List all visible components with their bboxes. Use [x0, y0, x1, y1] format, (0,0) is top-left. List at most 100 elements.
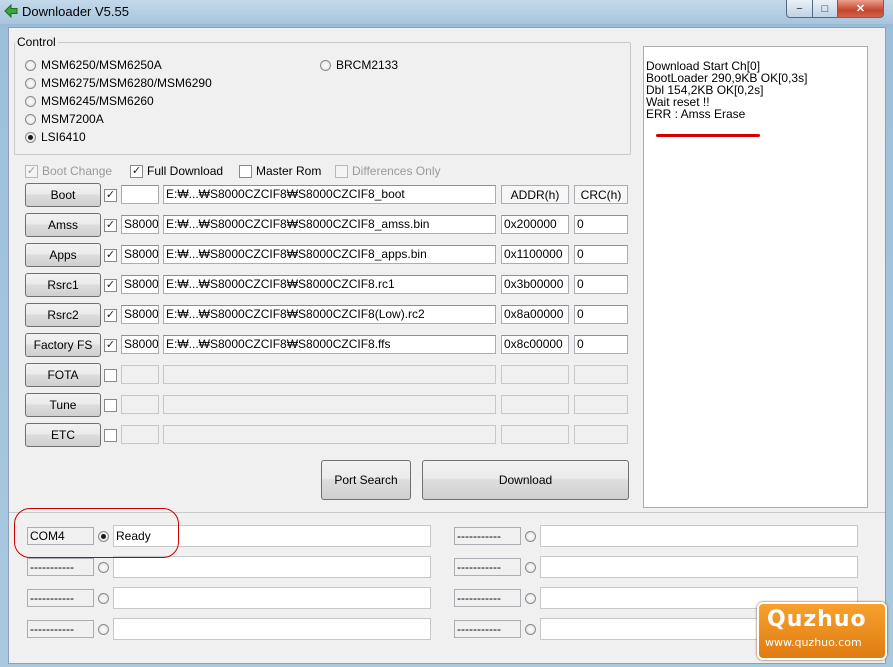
row-checkbox[interactable]	[104, 399, 117, 412]
image-button-fota[interactable]: FOTA	[25, 363, 101, 387]
control-legend: Control	[17, 35, 56, 49]
row-checkbox[interactable]: ✓	[104, 249, 117, 262]
model-field	[121, 365, 159, 384]
model-field	[121, 425, 159, 444]
file-path-field[interactable]: E:₩...₩S8000CZCIF8₩S8000CZCIF8_apps.bin	[163, 245, 496, 264]
boot-change-option: ✓ Boot Change	[25, 164, 112, 178]
row-checkbox[interactable]: ✓	[104, 279, 117, 292]
file-path-field[interactable]	[163, 365, 496, 384]
addr-field[interactable]: 0x8a00000	[501, 305, 569, 324]
row-checkbox[interactable]: ✓	[104, 219, 117, 232]
crc-field[interactable]: 0	[574, 215, 628, 234]
full-download-checkbox[interactable]: ✓	[130, 164, 143, 178]
chip-option[interactable]: BRCM2133	[320, 58, 398, 72]
model-field: S8000	[121, 305, 159, 324]
radio-button[interactable]	[320, 59, 331, 71]
image-button-apps[interactable]: Apps	[25, 243, 101, 267]
image-button-boot[interactable]: Boot	[25, 183, 101, 207]
model-field: S8000	[121, 215, 159, 234]
file-path-field[interactable]: E:₩...₩S8000CZCIF8₩S8000CZCIF8_amss.bin	[163, 215, 496, 234]
addr-field[interactable]: 0x1100000	[501, 245, 569, 264]
differences-only-option: Differences Only	[335, 164, 440, 178]
chip-option[interactable]: MSM6245/MSM6260	[25, 94, 154, 108]
addr-field[interactable]	[501, 365, 569, 384]
port-name-field: -----------	[454, 527, 521, 545]
log-lines: Download Start Ch[0] BootLoader 290,9KB O…	[646, 60, 865, 120]
file-path-field[interactable]	[163, 395, 496, 414]
crc-field[interactable]: 0	[574, 245, 628, 264]
port-radio[interactable]	[525, 624, 536, 635]
addr-field[interactable]: 0x3b00000	[501, 275, 569, 294]
file-path-field[interactable]: E:₩...₩S8000CZCIF8₩S8000CZCIF8.rc1	[163, 275, 496, 294]
image-button-rsrc1[interactable]: Rsrc1	[25, 273, 101, 297]
crc-header: CRC(h)	[574, 185, 628, 204]
close-button[interactable]: ✕	[837, 0, 884, 18]
radio-button[interactable]	[25, 77, 36, 89]
crc-field[interactable]	[574, 395, 628, 414]
chip-label: MSM6245/MSM6260	[41, 94, 154, 108]
port-name-field: -----------	[27, 558, 94, 576]
port-status-field	[540, 556, 858, 578]
crc-field[interactable]	[574, 425, 628, 444]
row-checkbox[interactable]	[104, 429, 117, 442]
radio-button[interactable]	[25, 131, 36, 143]
chip-option[interactable]: LSI6410	[25, 130, 86, 144]
maximize-button[interactable]: □	[812, 0, 838, 18]
green-arrow-icon	[4, 4, 18, 18]
image-button-rsrc2[interactable]: Rsrc2	[25, 303, 101, 327]
master-rom-option[interactable]: Master Rom	[239, 164, 321, 178]
crc-field[interactable]: 0	[574, 305, 628, 324]
row-checkbox[interactable]: ✓	[104, 309, 117, 322]
chip-label: MSM7200A	[41, 112, 104, 126]
port-status-field	[113, 587, 431, 609]
minimize-button[interactable]: −	[786, 0, 813, 18]
row-checkbox[interactable]: ✓	[104, 339, 117, 352]
addr-field[interactable]	[501, 395, 569, 414]
file-path-field[interactable]: E:₩...₩S8000CZCIF8₩S8000CZCIF8.ffs	[163, 335, 496, 354]
file-path-field[interactable]: E:₩...₩S8000CZCIF8₩S8000CZCIF8(Low).rc2	[163, 305, 496, 324]
port-radio[interactable]	[98, 593, 109, 604]
crc-field[interactable]: 0	[574, 335, 628, 354]
master-rom-checkbox[interactable]	[239, 164, 252, 178]
log-panel: Download Start Ch[0] BootLoader 290,9KB O…	[643, 46, 868, 508]
port-radio[interactable]	[525, 593, 536, 604]
radio-button[interactable]	[25, 95, 36, 107]
port-radio[interactable]	[525, 531, 536, 542]
file-path-field[interactable]: E:₩...₩S8000CZCIF8₩S8000CZCIF8_boot	[163, 185, 496, 204]
image-button-etc[interactable]: ETC	[25, 423, 101, 447]
crc-field[interactable]	[574, 365, 628, 384]
radio-button[interactable]	[25, 113, 36, 125]
file-path-field[interactable]	[163, 425, 496, 444]
row-checkbox[interactable]	[104, 369, 117, 382]
addr-field[interactable]: 0x200000	[501, 215, 569, 234]
image-button-factory-fs[interactable]: Factory FS	[25, 333, 101, 357]
chip-option[interactable]: MSM7200A	[25, 112, 104, 126]
port-radio[interactable]	[98, 562, 109, 573]
port-radio[interactable]	[525, 562, 536, 573]
chip-label: MSM6250/MSM6250A	[41, 58, 162, 72]
model-field: S8000	[121, 245, 159, 264]
crc-field[interactable]: 0	[574, 275, 628, 294]
quzhuo-watermark: Quzhuo www.quzhuo.com	[757, 602, 887, 660]
download-button[interactable]: Download	[422, 460, 629, 500]
addr-field[interactable]: 0x8c00000	[501, 335, 569, 354]
model-field: S8000	[121, 275, 159, 294]
addr-field[interactable]	[501, 425, 569, 444]
watermark-url: www.quzhuo.com	[765, 636, 862, 649]
chip-option[interactable]: MSM6250/MSM6250A	[25, 58, 162, 72]
full-download-label: Full Download	[147, 164, 224, 178]
port-status-field	[540, 525, 858, 547]
row-checkbox[interactable]: ✓	[104, 189, 117, 202]
port-name-field: -----------	[454, 558, 521, 576]
full-download-option[interactable]: ✓ Full Download	[130, 164, 223, 178]
port-name-field: -----------	[454, 620, 521, 638]
chip-option[interactable]: MSM6275/MSM6280/MSM6290	[25, 76, 212, 90]
image-button-amss[interactable]: Amss	[25, 213, 101, 237]
image-button-tune[interactable]: Tune	[25, 393, 101, 417]
radio-button[interactable]	[25, 59, 36, 71]
boot-change-label: Boot Change	[42, 164, 113, 178]
title-bar[interactable]: Downloader V5.55 − □ ✕	[0, 0, 893, 24]
boot-change-checkbox: ✓	[25, 164, 38, 178]
port-search-button[interactable]: Port Search	[321, 460, 411, 500]
port-radio[interactable]	[98, 624, 109, 635]
